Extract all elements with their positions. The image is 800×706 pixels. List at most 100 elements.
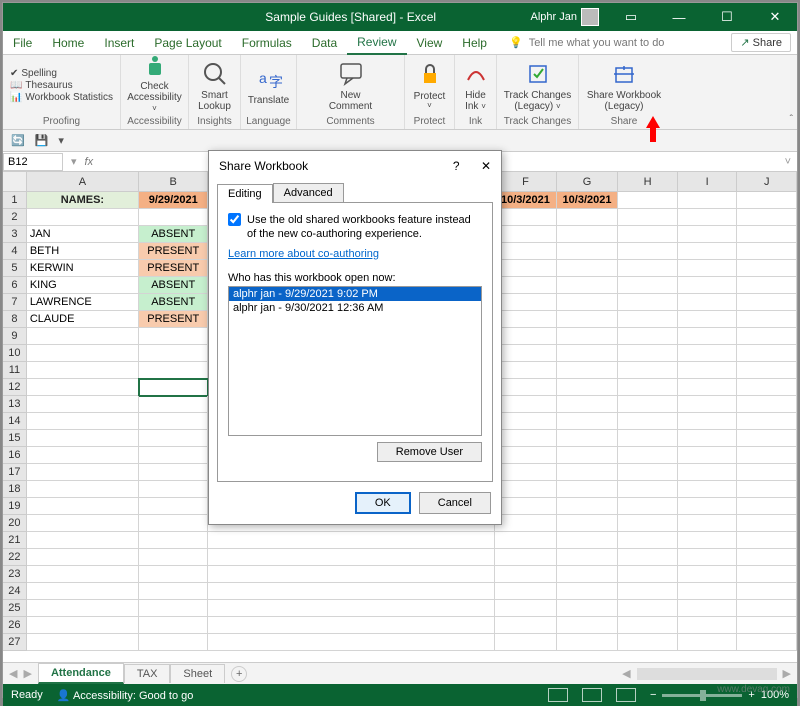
thesaurus-button[interactable]: 📖Thesaurus: [10, 80, 73, 91]
cell[interactable]: [495, 447, 557, 464]
row-header[interactable]: 8: [3, 311, 27, 328]
select-all[interactable]: [3, 172, 27, 191]
cell[interactable]: [678, 311, 738, 328]
dialog-tab-advanced[interactable]: Advanced: [273, 183, 344, 202]
cell[interactable]: [557, 362, 619, 379]
cell[interactable]: [737, 498, 797, 515]
cell[interactable]: [737, 209, 797, 226]
cell[interactable]: [139, 515, 209, 532]
cell[interactable]: 9/29/2021: [139, 192, 209, 209]
cell[interactable]: [557, 515, 619, 532]
cell[interactable]: [27, 362, 139, 379]
cell[interactable]: [27, 549, 139, 566]
cell[interactable]: NAMES:: [27, 192, 139, 209]
cell[interactable]: [557, 566, 619, 583]
cell[interactable]: [495, 260, 557, 277]
cell[interactable]: [139, 430, 209, 447]
row-header[interactable]: 17: [3, 464, 27, 481]
cell[interactable]: [618, 294, 678, 311]
row-header[interactable]: 27: [3, 634, 27, 651]
row-header[interactable]: 9: [3, 328, 27, 345]
cell[interactable]: [139, 209, 209, 226]
row-header[interactable]: 1: [3, 192, 27, 209]
minimize-button[interactable]: —: [657, 3, 701, 31]
cell[interactable]: [495, 362, 557, 379]
cell[interactable]: [737, 515, 797, 532]
cell[interactable]: [27, 447, 139, 464]
close-button[interactable]: ✕: [753, 3, 797, 31]
cell[interactable]: [678, 345, 738, 362]
cell[interactable]: [737, 464, 797, 481]
cell[interactable]: [557, 328, 619, 345]
tab-file[interactable]: File: [3, 32, 42, 54]
cell[interactable]: [139, 362, 209, 379]
cell[interactable]: [495, 583, 557, 600]
col-H[interactable]: H: [618, 172, 678, 191]
ok-button[interactable]: OK: [355, 492, 411, 514]
tab-view[interactable]: View: [407, 32, 453, 54]
cell[interactable]: [618, 362, 678, 379]
cell[interactable]: [27, 345, 139, 362]
cell[interactable]: [557, 209, 619, 226]
cell[interactable]: [27, 566, 139, 583]
cell[interactable]: [139, 566, 209, 583]
cell[interactable]: LAWRENCE: [27, 294, 139, 311]
row-header[interactable]: 21: [3, 532, 27, 549]
cell[interactable]: [495, 600, 557, 617]
cell[interactable]: [618, 345, 678, 362]
cell[interactable]: [557, 243, 619, 260]
cell[interactable]: [618, 515, 678, 532]
ribbon-options-button[interactable]: ▭: [609, 3, 653, 31]
cell[interactable]: [737, 549, 797, 566]
remove-user-button[interactable]: Remove User: [377, 442, 482, 462]
expand-formula-icon[interactable]: ˅: [779, 156, 797, 168]
cell[interactable]: PRESENT: [139, 311, 209, 328]
cell[interactable]: [27, 481, 139, 498]
cell[interactable]: JAN: [27, 226, 139, 243]
cell[interactable]: [737, 566, 797, 583]
cell[interactable]: [139, 447, 209, 464]
cell[interactable]: [557, 396, 619, 413]
cell[interactable]: [495, 294, 557, 311]
cell[interactable]: [678, 566, 738, 583]
cell[interactable]: [557, 464, 619, 481]
cell[interactable]: [27, 617, 139, 634]
row-header[interactable]: 6: [3, 277, 27, 294]
cell[interactable]: [737, 277, 797, 294]
cell[interactable]: [557, 634, 619, 651]
cell[interactable]: [678, 498, 738, 515]
cell[interactable]: [208, 600, 495, 617]
cell[interactable]: [618, 192, 678, 209]
cell[interactable]: [678, 328, 738, 345]
share-button[interactable]: ↗ Share: [731, 33, 791, 52]
cell[interactable]: [678, 515, 738, 532]
cell[interactable]: [495, 379, 557, 396]
cell[interactable]: [208, 566, 495, 583]
row-header[interactable]: 13: [3, 396, 27, 413]
row-header[interactable]: 15: [3, 430, 27, 447]
row-header[interactable]: 19: [3, 498, 27, 515]
cell[interactable]: [208, 634, 495, 651]
cell[interactable]: [208, 617, 495, 634]
dialog-close-button[interactable]: ✕: [481, 159, 491, 173]
cell[interactable]: [27, 379, 139, 396]
cell[interactable]: [139, 396, 209, 413]
cell[interactable]: [737, 294, 797, 311]
cell[interactable]: [678, 532, 738, 549]
name-box[interactable]: [3, 153, 63, 171]
cell[interactable]: [618, 617, 678, 634]
cell[interactable]: [618, 549, 678, 566]
smart-lookup-button[interactable]: SmartLookup: [195, 60, 235, 112]
list-item[interactable]: alphr jan - 9/30/2021 12:36 AM: [229, 301, 481, 315]
cell[interactable]: [737, 226, 797, 243]
cell[interactable]: ABSENT: [139, 277, 209, 294]
cell[interactable]: [618, 430, 678, 447]
cell[interactable]: [557, 583, 619, 600]
cell[interactable]: [495, 549, 557, 566]
cell[interactable]: [678, 481, 738, 498]
row-header[interactable]: 18: [3, 481, 27, 498]
maximize-button[interactable]: ☐: [705, 3, 749, 31]
cell[interactable]: [737, 481, 797, 498]
cell[interactable]: [678, 549, 738, 566]
cell[interactable]: [557, 447, 619, 464]
